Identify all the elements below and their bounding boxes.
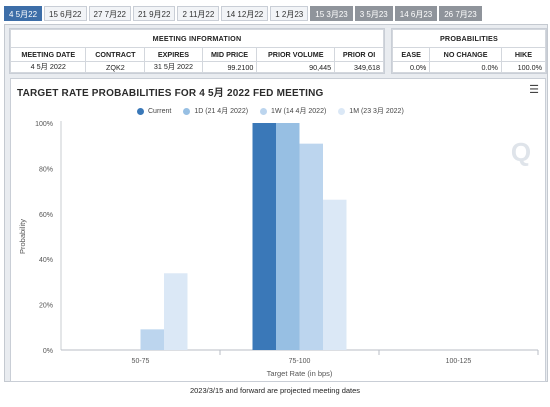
y-tick-label: 40% — [39, 257, 53, 264]
probabilities-title: PROBABILITIES — [392, 29, 546, 48]
tab-meeting-2[interactable]: 15 6月22 — [44, 6, 87, 21]
tab-meeting-3[interactable]: 27 7月22 — [88, 6, 131, 21]
tab-meeting-5[interactable]: 2 11月22 — [177, 6, 220, 21]
y-tick-label: 60% — [39, 212, 53, 219]
probabilities-table: PROBABILITIES EASE NO CHANGE HIKE 0.0% 0… — [391, 28, 547, 74]
bar-2-75-100 — [276, 123, 300, 350]
tab-meeting-7[interactable]: 1 2月23 — [270, 6, 309, 21]
cell-meeting-date: 4 5月 2022 — [9, 61, 87, 73]
cell-contract: ZQK2 — [85, 61, 146, 73]
tab-meeting-4[interactable]: 21 9月22 — [132, 6, 176, 21]
tab-meeting-10[interactable]: 14 6月23 — [394, 6, 438, 21]
bar-3-50-75 — [140, 329, 164, 350]
tab-meeting-9[interactable]: 3 5月23 — [354, 6, 393, 21]
y-axis-title: Probability — [18, 219, 27, 254]
header-contract: CONTRACT — [85, 47, 146, 62]
tab-meeting-1[interactable]: 4 5月22 — [4, 6, 43, 21]
x-tick-label: 50-75 — [132, 358, 150, 365]
bar-1-75-100 — [252, 123, 276, 350]
header-mid-price: MID PRICE — [201, 47, 258, 62]
x-axis-title: Target Rate (in bps) — [267, 369, 333, 378]
meeting-information-title: MEETING INFORMATION — [10, 29, 384, 48]
cell-prior-volume: 90,445 — [256, 61, 336, 73]
meeting-date-tabs: 4 5月22 15 6月22 27 7月22 21 9月22 2 11月22 14 12月… — [4, 6, 482, 21]
cell-prior-oi: 349,618 — [334, 61, 384, 73]
y-tick-label: 80% — [39, 166, 53, 173]
cell-mid-price: 99.2100 — [201, 61, 258, 73]
bar-4-50-75 — [164, 273, 188, 350]
tab-meeting-11[interactable]: 26 7月23 — [439, 6, 482, 21]
header-expires: EXPIRES — [144, 47, 203, 62]
chart-container: TARGET RATE PROBABILITIES FOR 4 5月 2022 … — [10, 78, 546, 382]
watermark-logo: Q — [511, 137, 531, 167]
cell-expires: 31 5月 2022 — [144, 61, 203, 73]
x-tick-label: 100-125 — [446, 358, 472, 365]
header-prior-oi: PRIOR OI — [334, 47, 384, 62]
chart-plot: 0% 20% 40% 60% 80% 100% 50-75 75-100 100-125 Targ… — [18, 121, 539, 378]
y-tick-label: 20% — [39, 303, 53, 310]
header-no-change: NO CHANGE — [429, 47, 502, 62]
header-prior-volume: PRIOR VOLUME — [256, 47, 336, 62]
header-hike: HIKE — [500, 47, 547, 62]
cell-ease: 0.0% — [391, 61, 431, 73]
x-tick-label: 75-100 — [289, 358, 311, 365]
y-tick-label: 0% — [43, 348, 53, 355]
cell-hike: 100.0% — [500, 61, 547, 73]
header-meeting-date: MEETING DATE — [9, 47, 87, 62]
tab-meeting-8[interactable]: 15 3月23 — [310, 6, 353, 21]
y-tick-label: 100% — [35, 121, 53, 128]
cell-no-change: 0.0% — [429, 61, 502, 73]
meeting-information-table: MEETING INFORMATION MEETING DATE CONTRAC… — [9, 28, 385, 74]
tab-meeting-6[interactable]: 14 12月22 — [221, 6, 269, 21]
footer-note: 2023/3/15 and forward are projected meet… — [189, 386, 361, 395]
header-ease: EASE — [391, 47, 431, 62]
bar-3-75-100 — [299, 143, 323, 350]
bar-4-75-100 — [323, 199, 347, 350]
